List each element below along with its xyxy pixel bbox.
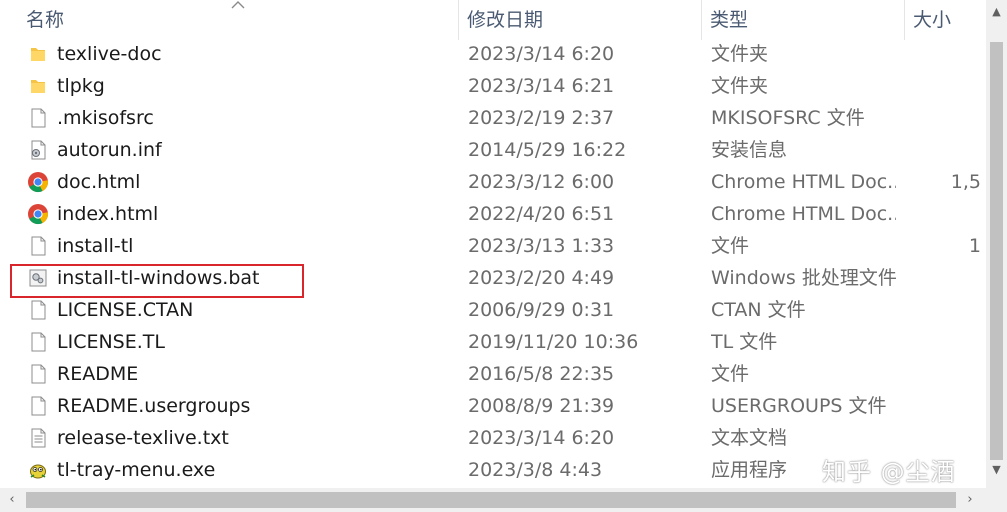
file-date: 2022/4/20 6:51 [468, 203, 615, 225]
file-row[interactable]: index.html 2022/4/20 6:51 Chrome HTML Doc.… [0, 198, 986, 230]
file-type: 文件 [711, 235, 750, 257]
file-type: CTAN 文件 [711, 299, 806, 321]
file-date: 2023/2/20 4:49 [468, 267, 615, 289]
watermark: 知乎 @尘酒 [822, 458, 956, 486]
file-row[interactable]: autorun.inf 2014/5/29 16:22 安装信息 [0, 134, 986, 166]
file-row[interactable]: doc.html 2023/3/12 6:00 Chrome HTML Doc...… [0, 166, 986, 198]
file-name: LICENSE.CTAN [57, 299, 194, 321]
highlight-box [10, 264, 304, 298]
scroll-down-arrow-icon[interactable]: ▼ [986, 462, 1007, 478]
file-row[interactable]: .mkisofsrc 2023/2/19 2:37 MKISOFSRC 文件 [0, 102, 986, 134]
file-type: 文件 [711, 363, 750, 385]
file-icon [27, 299, 49, 321]
setup-info-icon [27, 139, 49, 161]
vertical-scrollbar[interactable]: ▲ ▼ [986, 0, 1007, 488]
file-date: 2023/2/19 2:37 [468, 107, 615, 129]
file-date: 2019/11/20 10:36 [468, 331, 639, 353]
file-type: MKISOFSRC 文件 [711, 107, 865, 129]
column-header-bar: 名称 修改日期 类型 大小 [0, 0, 986, 40]
scrollbar-corner [986, 488, 1007, 512]
file-date: 2016/5/8 22:35 [468, 363, 615, 385]
scroll-right-arrow-icon[interactable]: › [962, 491, 978, 509]
file-name: .mkisofsrc [57, 107, 154, 129]
file-name: index.html [57, 203, 159, 225]
file-icon [27, 395, 49, 417]
file-date: 2023/3/12 6:00 [468, 171, 615, 193]
file-icon [27, 107, 49, 129]
file-date: 2014/5/29 16:22 [468, 139, 627, 161]
file-row[interactable]: LICENSE.TL 2019/11/20 10:36 TL 文件 [0, 326, 986, 358]
folder-icon [27, 43, 49, 65]
file-name: release-texlive.txt [57, 427, 229, 449]
file-date: 2023/3/8 4:43 [468, 459, 603, 481]
scroll-up-arrow-icon[interactable]: ▲ [986, 4, 1007, 20]
vertical-scroll-thumb[interactable] [990, 42, 1003, 460]
file-name: doc.html [57, 171, 141, 193]
file-row[interactable]: texlive-doc 2023/3/14 6:20 文件夹 [0, 38, 986, 70]
file-date: 2006/9/29 0:31 [468, 299, 615, 321]
horizontal-scroll-thumb[interactable] [26, 492, 956, 508]
file-type: 文件夹 [711, 43, 769, 65]
file-type: Windows 批处理文件 [711, 267, 896, 289]
scroll-left-arrow-icon[interactable]: ‹ [4, 491, 20, 509]
file-name: texlive-doc [57, 43, 162, 65]
file-type: 安装信息 [711, 139, 788, 161]
file-row[interactable]: README.usergroups 2008/8/9 21:39 USERGROUP… [0, 390, 986, 422]
file-name: autorun.inf [57, 139, 162, 161]
file-date: 2008/8/9 21:39 [468, 395, 615, 417]
file-size: 1 [968, 235, 981, 257]
chrome-icon [27, 171, 49, 193]
column-header-size[interactable]: 大小 [905, 0, 986, 40]
file-row[interactable]: release-texlive.txt 2023/3/14 6:20 文本文档 [0, 422, 986, 454]
file-type: USERGROUPS 文件 [711, 395, 887, 417]
file-type: 文件夹 [711, 75, 769, 97]
file-date: 2023/3/14 6:21 [468, 75, 615, 97]
horizontal-scrollbar[interactable]: ‹ › [0, 488, 986, 512]
file-date: 2023/3/14 6:20 [468, 43, 615, 65]
file-name: tl-tray-menu.exe [57, 459, 216, 481]
file-icon [27, 363, 49, 385]
column-header-type[interactable]: 类型 [702, 0, 905, 40]
file-type: Chrome HTML Doc... [711, 171, 896, 193]
sort-ascending-icon [231, 1, 245, 9]
file-date: 2023/3/14 6:20 [468, 427, 615, 449]
file-date: 2023/3/13 1:33 [468, 235, 615, 257]
file-name: tlpkg [57, 75, 105, 97]
file-name: install-tl [57, 235, 134, 257]
file-type: 文本文档 [711, 427, 788, 449]
folder-icon [27, 75, 49, 97]
column-header-date[interactable]: 修改日期 [459, 0, 702, 40]
file-row[interactable]: tlpkg 2023/3/14 6:21 文件夹 [0, 70, 986, 102]
file-size: 1,5 [950, 171, 981, 193]
file-type: Chrome HTML Doc... [711, 203, 896, 225]
text-file-icon [27, 427, 49, 449]
file-row[interactable]: README 2016/5/8 22:35 文件 [0, 358, 986, 390]
chrome-icon [27, 203, 49, 225]
file-name: LICENSE.TL [57, 331, 165, 353]
file-icon [27, 331, 49, 353]
file-name: README.usergroups [57, 395, 251, 417]
file-row[interactable]: LICENSE.CTAN 2006/9/29 0:31 CTAN 文件 [0, 294, 986, 326]
file-row[interactable]: install-tl 2023/3/13 1:33 文件 1 [0, 230, 986, 262]
file-icon [27, 235, 49, 257]
exe-icon [27, 459, 49, 481]
file-name: README [57, 363, 139, 385]
file-type: TL 文件 [711, 331, 778, 353]
